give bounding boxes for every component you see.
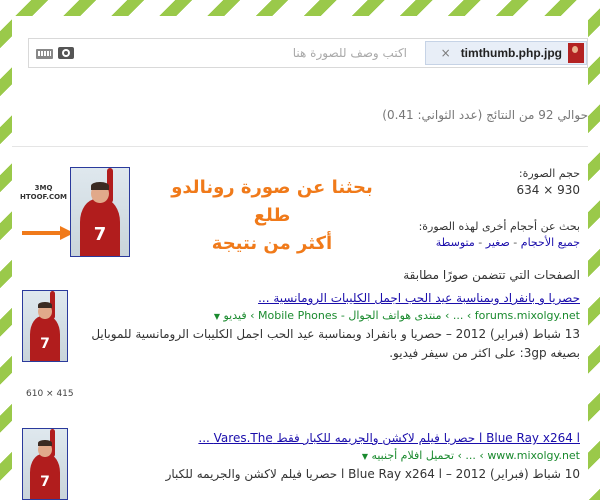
query-image-thumbnail[interactable]: 7 bbox=[70, 167, 130, 257]
size-links: جميع الأحجام - صغير - متوسطة bbox=[436, 236, 580, 249]
watermark-line-1: 3MQ bbox=[34, 184, 53, 192]
jersey-number: 7 bbox=[40, 335, 50, 352]
size-link-separator: - bbox=[474, 236, 486, 249]
result-thumbnail[interactable]: 7 bbox=[22, 290, 68, 362]
result-snippet: 13 شباط (فبراير) 2012 – حصريا و بانفراد … bbox=[91, 327, 580, 360]
result-title-link[interactable]: l Blue Ray x264 l حصريا فيلم لاكشن والجر… bbox=[75, 431, 580, 445]
promo-line-1: بحثنا عن صورة رونالدو طلع bbox=[171, 177, 373, 226]
search-results-page: timthumb.php.jpg × اكتب وصف للصورة هنا ح… bbox=[12, 16, 588, 500]
search-input-placeholder[interactable]: اكتب وصف للصورة هنا bbox=[293, 46, 407, 60]
chip-filename: timthumb.php.jpg bbox=[460, 46, 562, 60]
matching-pages-heading: الصفحات التي تتضمن صورًا مطابقة bbox=[403, 268, 580, 282]
camera-icon[interactable] bbox=[58, 47, 74, 59]
result-url-path: › ... › منتدى هواتف الجوال - Mobile Phon… bbox=[223, 309, 475, 322]
result-title-link[interactable]: حصريا و بانفراد وبمناسبة عيد الحب اجمل ا… bbox=[75, 291, 580, 305]
promo-annotation: بحثنا عن صورة رونالدو طلع أكثر من نتيجة bbox=[162, 174, 382, 258]
image-query-chip[interactable]: timthumb.php.jpg × bbox=[425, 41, 587, 65]
result-url[interactable]: www.mixolgy.net › ... › تحميل افلام أجنب… bbox=[75, 449, 580, 462]
size-link-separator: - bbox=[509, 236, 521, 249]
size-link-all[interactable]: جميع الأحجام bbox=[521, 236, 580, 249]
result-image-dimensions: 610 × 415 bbox=[26, 389, 74, 399]
watermark-line-2: HTOOF.COM bbox=[20, 193, 68, 201]
image-size-label: حجم الصورة: bbox=[518, 167, 580, 180]
size-link-small[interactable]: صغير bbox=[486, 236, 510, 249]
jersey-number: 7 bbox=[40, 473, 50, 490]
watermark: 3MQ HTOOF.COM bbox=[20, 184, 67, 202]
image-size-value: 634 × 930 bbox=[516, 183, 581, 197]
other-sizes-label: بحث عن أحجام أخرى لهذه الصورة: bbox=[418, 220, 580, 233]
jersey-number: 7 bbox=[93, 224, 107, 246]
result-snippet: 10 شباط (فبراير) 2012 – l Blue Ray x264 … bbox=[165, 467, 580, 481]
chip-thumbnail bbox=[568, 43, 584, 63]
promo-line-2: أكثر من نتيجة bbox=[211, 233, 333, 254]
result-item: حصريا و بانفراد وبمناسبة عيد الحب اجمل ا… bbox=[75, 291, 580, 363]
result-url-domain: www.mixolgy.net bbox=[487, 449, 580, 462]
result-item: l Blue Ray x264 l حصريا فيلم لاكشن والجر… bbox=[75, 431, 580, 484]
result-url-domain: forums.mixolgy.net bbox=[474, 309, 580, 322]
search-bar[interactable]: timthumb.php.jpg × اكتب وصف للصورة هنا bbox=[28, 38, 588, 68]
result-stats: حوالي 92 من النتائج (عدد الثواني: 0.41) bbox=[382, 108, 588, 122]
dropdown-arrow-icon[interactable]: ▼ bbox=[362, 452, 368, 461]
result-url[interactable]: forums.mixolgy.net › ... › منتدى هواتف ا… bbox=[75, 309, 580, 322]
player-image: 7 bbox=[71, 168, 129, 256]
chip-close-icon[interactable]: × bbox=[441, 46, 451, 60]
player-image: 7 bbox=[23, 429, 67, 499]
keyboard-icon[interactable] bbox=[36, 49, 53, 59]
player-image: 7 bbox=[23, 291, 67, 361]
size-link-medium[interactable]: متوسطة bbox=[436, 236, 475, 249]
result-thumbnail[interactable]: 7 bbox=[22, 428, 68, 500]
result-url-path: › ... › تحميل افلام أجنبيه bbox=[371, 449, 488, 462]
dropdown-arrow-icon[interactable]: ▼ bbox=[214, 312, 220, 321]
arrow-right-icon bbox=[22, 226, 74, 240]
divider bbox=[12, 146, 588, 147]
